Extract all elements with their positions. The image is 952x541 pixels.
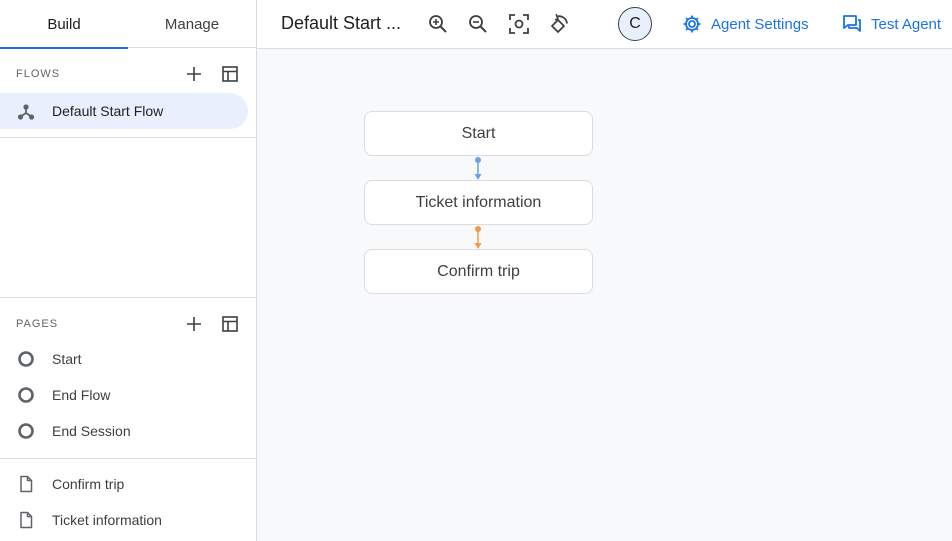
flow-node-start[interactable]: Start [364,111,593,156]
flow-node-confirm-trip[interactable]: Confirm trip [364,249,593,294]
table-view-icon [222,316,238,332]
chat-bubbles-icon [843,15,861,32]
document-icon [20,475,33,493]
tab-manage[interactable]: Manage [128,0,256,48]
plus-icon [187,317,201,331]
document-icon [20,511,33,529]
agent-settings-label: Agent Settings [711,15,809,33]
tab-build[interactable]: Build [0,0,128,49]
sidebar: Build Manage FLOWS Default Start Flow PA… [0,0,257,541]
page-item-label: Confirm trip [52,476,125,492]
edge-ticket-information-to-confirm-trip[interactable] [474,226,482,249]
plus-icon [187,67,201,81]
add-page-button[interactable] [182,312,206,336]
page-item-ticket-information[interactable]: Ticket information [0,502,256,538]
page-item-start[interactable]: Start [0,341,256,377]
reset-layout-button[interactable] [547,12,571,36]
flows-section-title: FLOWS [16,68,61,80]
zoom-in-button[interactable] [426,12,450,36]
avatar[interactable]: C [618,7,652,41]
page-item-label: End Flow [52,387,111,403]
flow-canvas[interactable]: Start Ticket information Confirm trip [257,49,952,541]
fit-to-screen-button[interactable] [507,12,531,36]
agent-settings-button[interactable]: Agent Settings [682,14,809,34]
pages-section-title: PAGES [16,318,59,330]
page-item-label: End Session [52,423,131,439]
page-item-label: Ticket information [52,512,162,528]
center-focus-icon [509,14,529,34]
flows-table-view-button[interactable] [218,62,242,86]
page-item-end-flow[interactable]: End Flow [0,377,256,413]
page-item-label: Start [52,351,82,367]
divider [0,137,256,138]
edge-start-to-ticket-information[interactable] [474,157,482,180]
sidebar-item-label: Default Start Flow [52,103,164,119]
gear-icon [683,15,701,33]
pages-table-view-button[interactable] [218,312,242,336]
circle-outline-icon [18,351,34,367]
zoom-in-icon [429,15,447,33]
test-agent-button[interactable]: Test Agent [842,14,941,34]
zoom-out-button[interactable] [466,12,490,36]
topbar: Default Start ... C Agent Settings Test … [257,0,952,49]
test-agent-label: Test Agent [871,15,942,33]
sidebar-tabs: Build Manage [0,0,256,49]
flow-hub-icon [17,104,35,120]
sidebar-item-default-start-flow[interactable]: Default Start Flow [0,93,248,129]
divider [0,458,256,459]
table-view-icon [222,66,238,82]
add-flow-button[interactable] [182,62,206,86]
circle-outline-icon [18,423,34,439]
circle-outline-icon [18,387,34,403]
page-item-confirm-trip[interactable]: Confirm trip [0,466,256,502]
page-item-end-session[interactable]: End Session [0,413,256,449]
zoom-out-icon [469,15,487,33]
flow-node-ticket-information[interactable]: Ticket information [364,180,593,225]
flow-edges [474,157,482,249]
rotate-diamond-icon [551,13,568,33]
flow-title: Default Start ... [281,13,402,33]
